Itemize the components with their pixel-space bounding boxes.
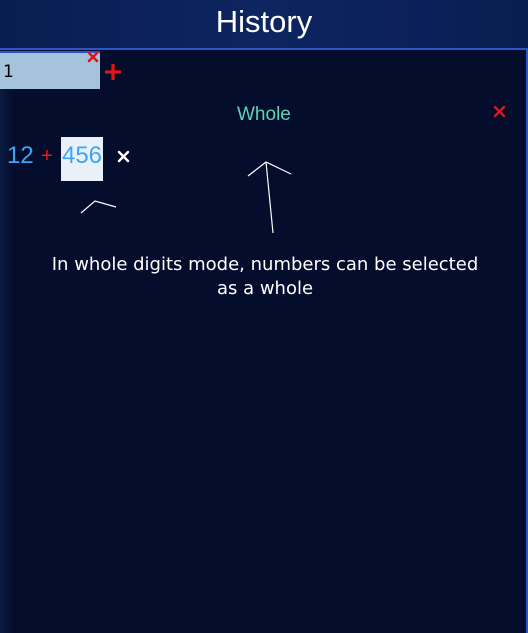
- number-token-selected[interactable]: 456: [61, 142, 103, 170]
- mode-label[interactable]: Whole: [237, 104, 291, 126]
- operator-token: +: [41, 145, 53, 167]
- tab-1[interactable]: 1: [0, 51, 100, 89]
- help-text: In whole digits mode, numbers can be sel…: [51, 254, 479, 299]
- close-icon[interactable]: [117, 150, 130, 163]
- arrow-to-number: [80, 200, 117, 214]
- number-token[interactable]: 12: [7, 142, 34, 170]
- plus-icon[interactable]: [103, 62, 123, 82]
- close-icon[interactable]: [493, 105, 506, 118]
- tab-label: 1: [3, 62, 14, 82]
- close-icon[interactable]: [87, 51, 99, 63]
- arrow-to-mode-label: [247, 161, 292, 234]
- history-window: History 1 Whole 12 + 456 In whole digits…: [0, 0, 528, 633]
- page-title: History: [215, 4, 313, 39]
- annotation-arrows: [80, 161, 292, 234]
- header-bar: History: [0, 0, 528, 50]
